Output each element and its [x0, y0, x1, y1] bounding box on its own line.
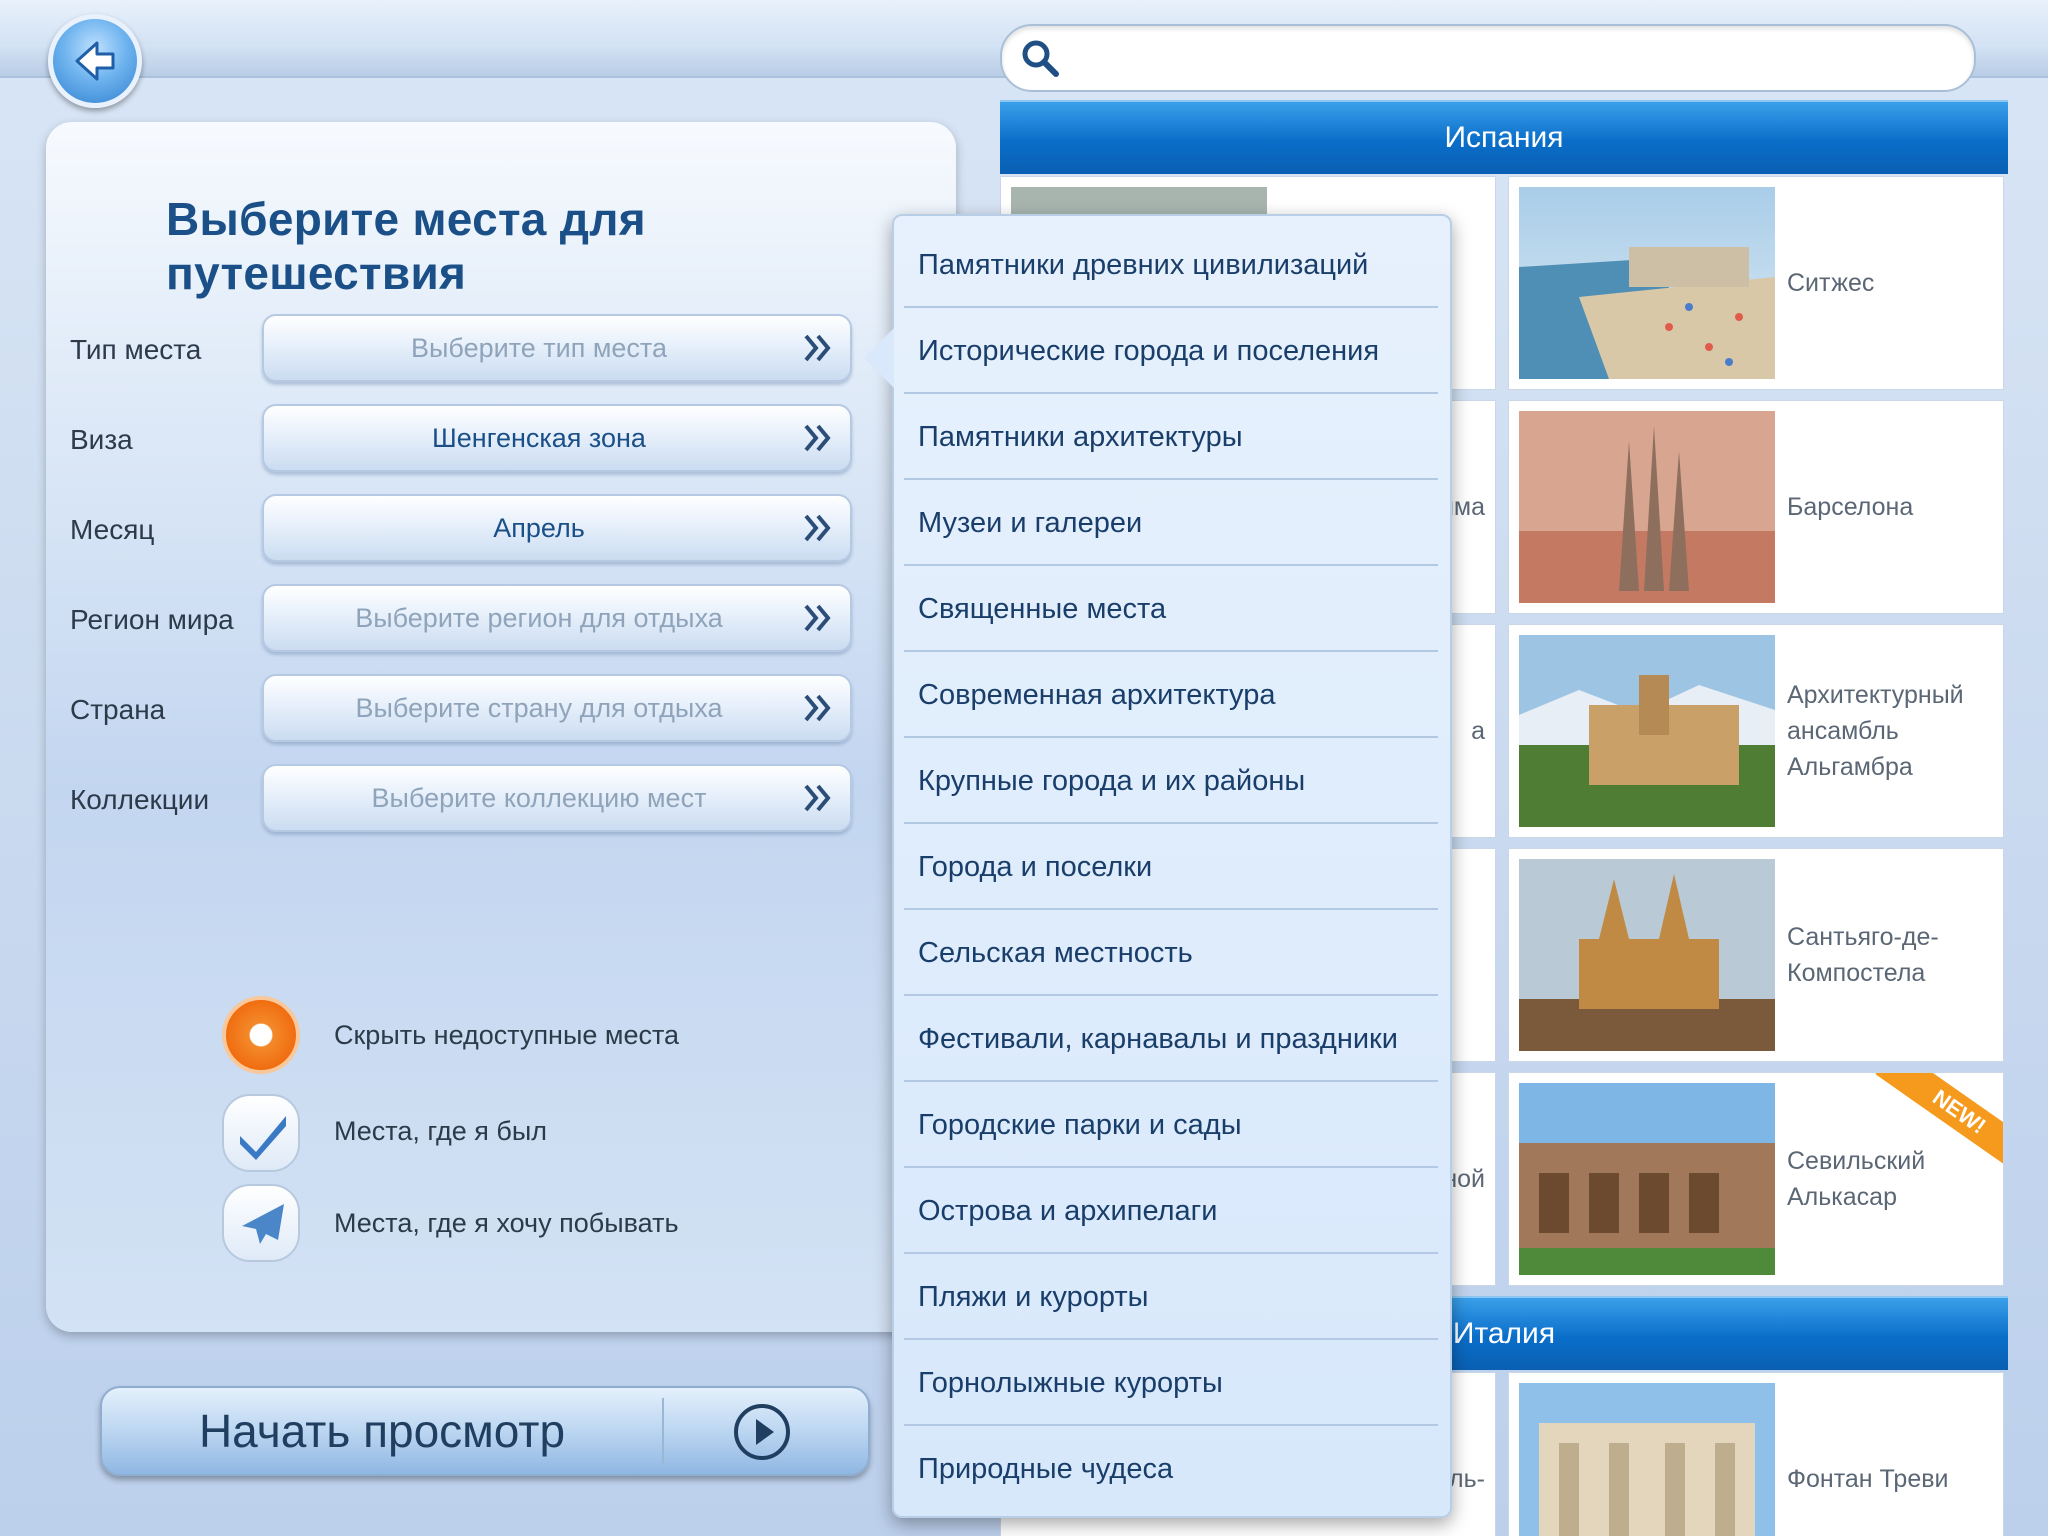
popover-arrow: [864, 328, 894, 388]
place-card-sitges[interactable]: Ситжес: [1508, 176, 2004, 390]
place-name: Фонтан Треви: [1787, 1465, 1949, 1493]
back-arrow-icon: [75, 41, 115, 81]
play-icon: [734, 1404, 790, 1460]
dropdown-item-architecture-monuments[interactable]: Памятники архитектуры: [904, 394, 1438, 480]
back-button[interactable]: [48, 14, 142, 108]
place-photo: [1519, 411, 1775, 603]
double-chevron-right-icon: [804, 424, 831, 452]
search-icon: [1022, 40, 1059, 77]
selector-value: Выберите страну для отдыха: [355, 693, 723, 723]
selector-place-type[interactable]: Выберите тип места: [262, 314, 852, 382]
double-chevron-right-icon: [804, 694, 831, 722]
label-month: Месяц: [70, 514, 155, 545]
start-button-label: Начать просмотр: [198, 1405, 566, 1457]
dropdown-item-countryside[interactable]: Сельская местность: [904, 910, 1438, 996]
place-card-alhambra[interactable]: Архитектурный ансамбль Альгамбра: [1508, 624, 2004, 838]
option-visited-label: Места, где я был: [334, 1116, 548, 1146]
dropdown-item-historic-towns[interactable]: Исторические города и поселения: [904, 308, 1438, 394]
selector-visa[interactable]: Шенгенская зона: [262, 404, 852, 472]
label-collections: Коллекции: [70, 784, 210, 815]
button-divider: [662, 1398, 664, 1464]
place-name: Архитектурный ансамбль Альгамбра: [1787, 681, 1964, 781]
dropdown-item-sacred-places[interactable]: Священные места: [904, 566, 1438, 652]
place-photo: [1519, 859, 1775, 1051]
place-photo: [1519, 635, 1775, 827]
double-chevron-right-icon: [804, 514, 831, 542]
place-name: Ситжес: [1787, 269, 1875, 297]
place-type-dropdown: Памятники древних цивилизаций Историческ…: [864, 214, 1452, 1518]
dropdown-item-modern-architecture[interactable]: Современная архитектура: [904, 652, 1438, 738]
dropdown-item-islands[interactable]: Острова и архипелаги: [904, 1168, 1438, 1254]
place-name-partial: а: [1471, 716, 1485, 745]
selector-value: Шенгенская зона: [432, 423, 646, 453]
place-photo: [1519, 187, 1775, 379]
selector-value: Выберите тип места: [411, 333, 667, 363]
label-place-type: Тип места: [70, 334, 202, 365]
place-name: Барселона: [1787, 493, 1914, 521]
dropdown-item-museums[interactable]: Музеи и галереи: [904, 480, 1438, 566]
dropdown-item-natural-wonders[interactable]: Природные чудеса: [904, 1426, 1438, 1512]
visited-toggle[interactable]: [222, 1094, 300, 1172]
place-photo: [1519, 1083, 1775, 1275]
dropdown-item-beaches[interactable]: Пляжи и курорты: [904, 1254, 1438, 1340]
label-region: Регион мира: [70, 604, 234, 635]
airplane-icon: [242, 1204, 284, 1244]
place-card-barcelona[interactable]: Барселона: [1508, 400, 2004, 614]
label-visa: Виза: [70, 424, 133, 455]
option-hide-unavailable-label: Скрыть недоступные места: [334, 1020, 680, 1050]
selector-month[interactable]: Апрель: [262, 494, 852, 562]
place-card-santiago[interactable]: Сантьяго-де-Компостела: [1508, 848, 2004, 1062]
search-bar[interactable]: [1000, 24, 1976, 92]
selector-value: Выберите регион для отдыха: [355, 603, 723, 633]
double-chevron-right-icon: [804, 604, 831, 632]
radio-orange-icon[interactable]: [222, 996, 300, 1074]
dropdown-item-ancient-monuments[interactable]: Памятники древних цивилизаций: [904, 222, 1438, 308]
dropdown-item-towns[interactable]: Города и поселки: [904, 824, 1438, 910]
label-country: Страна: [70, 694, 166, 725]
place-name: Сантьяго-де-Компостела: [1787, 923, 1939, 987]
selector-value: Выберите коллекцию мест: [371, 783, 707, 813]
dropdown-item-ski-resorts[interactable]: Горнолыжные курорты: [904, 1340, 1438, 1426]
dropdown-item-large-cities[interactable]: Крупные города и их районы: [904, 738, 1438, 824]
filter-panel: Выберите места для путешествия Тип места…: [46, 122, 956, 1332]
wishlist-toggle[interactable]: [222, 1184, 300, 1262]
checkmark-icon: [240, 1116, 286, 1160]
option-wishlist-label: Места, где я хочу побывать: [334, 1208, 679, 1238]
section-title: Испания: [1444, 121, 1564, 154]
selector-country[interactable]: Выберите страну для отдыха: [262, 674, 852, 742]
dropdown-item-parks[interactable]: Городские парки и сады: [904, 1082, 1438, 1168]
section-header-spain: Испания: [1000, 100, 2008, 174]
start-browsing-button[interactable]: Начать просмотр: [100, 1386, 870, 1476]
section-title: Италия: [1452, 1317, 1556, 1350]
search-input[interactable]: [1072, 32, 1956, 82]
selector-value: Апрель: [493, 513, 585, 543]
double-chevron-right-icon: [804, 784, 831, 812]
place-photo: [1519, 1383, 1775, 1536]
place-card-trevi[interactable]: Фонтан Треви: [1508, 1372, 2004, 1536]
dropdown-item-festivals[interactable]: Фестивали, карнавалы и праздники: [904, 996, 1438, 1082]
place-card-alcazar[interactable]: Севильский Алькасар NEW!: [1508, 1072, 2004, 1286]
double-chevron-right-icon: [804, 334, 831, 362]
selector-collections[interactable]: Выберите коллекцию мест: [262, 764, 852, 832]
selector-region[interactable]: Выберите регион для отдыха: [262, 584, 852, 652]
page-title: Выберите места для путешествия: [166, 193, 646, 299]
